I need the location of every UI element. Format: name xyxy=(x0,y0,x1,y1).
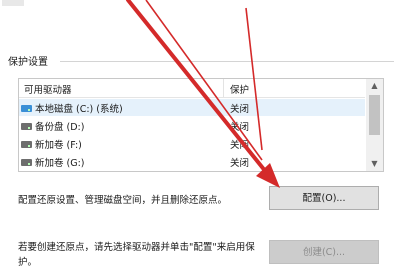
drive-row-g[interactable]: 新加卷 (G:) 关闭 xyxy=(19,153,365,170)
drive-name-cell: 备份盘 (D:) xyxy=(21,119,84,133)
drive-row-d[interactable]: 备份盘 (D:) 关闭 xyxy=(19,117,365,134)
drive-name: 新加卷 (F:) xyxy=(35,140,82,151)
create-description: 若要创建还原点，请先选择驱动器并单击"配置"来启用保护。 xyxy=(18,242,255,268)
list-header: 可用驱动器 保护 xyxy=(19,79,365,98)
drive-protection-status: 关闭 xyxy=(230,104,250,115)
drive-name: 备份盘 (D:) xyxy=(35,122,85,133)
drive-protection-status: 关闭 xyxy=(230,122,250,133)
scroll-thumb[interactable] xyxy=(369,95,380,135)
dialog-top-area xyxy=(0,0,413,38)
group-divider xyxy=(60,61,394,62)
drive-name: 本地磁盘 (C:) (系统) xyxy=(35,104,123,115)
column-header-protection[interactable]: 保护 xyxy=(230,82,249,96)
drive-name: 新加卷 (G:) xyxy=(35,158,85,169)
drive-name-cell: 新加卷 (G:) xyxy=(21,155,85,169)
configure-button[interactable]: 配置(O)... xyxy=(269,186,379,210)
drive-list[interactable]: 可用驱动器 保护 本地磁盘 (C:) (系统) 关闭 备份盘 (D:) 关闭 新… xyxy=(18,78,384,172)
protection-settings-title: 保护设置 xyxy=(8,57,48,68)
drive-protection-status: 关闭 xyxy=(230,158,250,169)
scroll-up-icon[interactable]: ▲ xyxy=(366,79,383,93)
drive-name-cell: 新加卷 (F:) xyxy=(21,137,82,151)
tab-remnant xyxy=(2,0,24,6)
configure-description: 配置还原设置、管理磁盘空间，并且删除还原点。 xyxy=(18,195,228,206)
drive-row-f[interactable]: 新加卷 (F:) 关闭 xyxy=(19,135,365,152)
create-button-disabled: 创建(C)... xyxy=(269,240,379,264)
drive-icon xyxy=(21,159,32,166)
drive-row-c[interactable]: 本地磁盘 (C:) (系统) 关闭 xyxy=(19,99,365,116)
column-header-drives[interactable]: 可用驱动器 xyxy=(24,82,72,96)
drive-protection-status: 关闭 xyxy=(230,140,250,151)
drive-icon xyxy=(21,141,32,148)
drive-name-cell: 本地磁盘 (C:) (系统) xyxy=(21,101,123,115)
scroll-down-icon[interactable]: ▼ xyxy=(366,157,383,171)
system-drive-icon xyxy=(21,105,32,112)
list-scrollbar[interactable]: ▲ ▼ xyxy=(366,79,383,171)
drive-icon xyxy=(21,123,32,130)
column-separator xyxy=(223,79,224,97)
